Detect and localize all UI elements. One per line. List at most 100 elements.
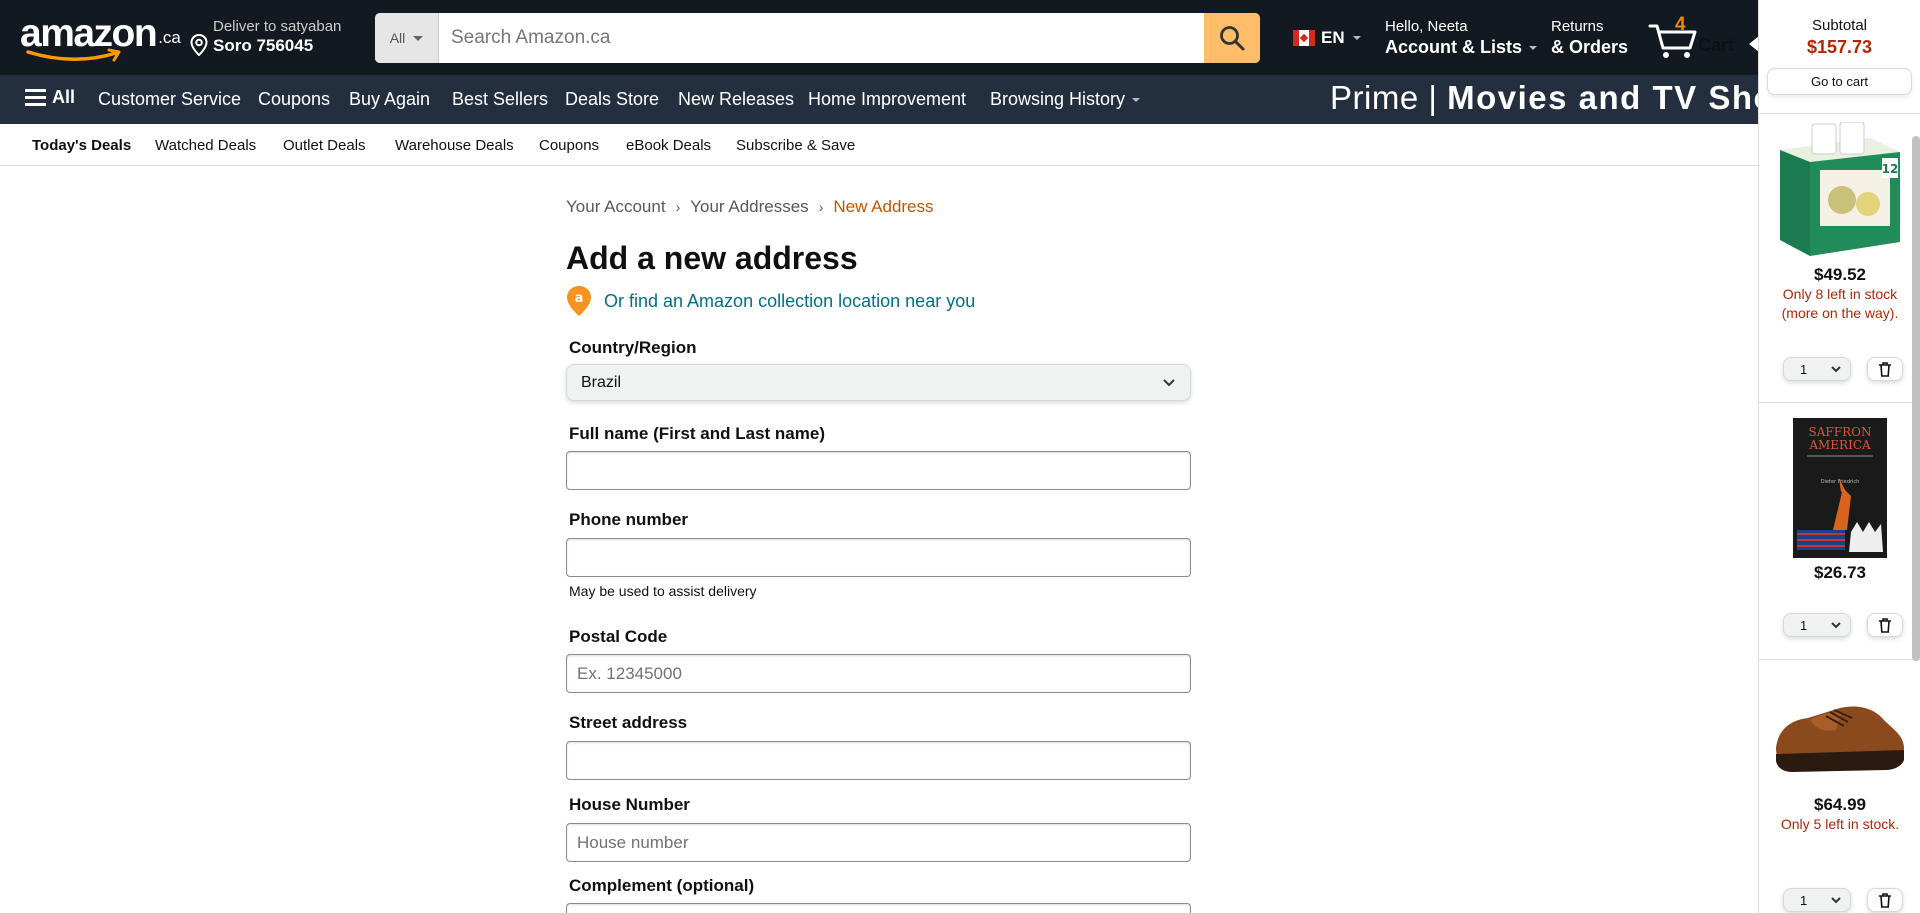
product-price: $64.99 <box>1814 795 1866 814</box>
nav-item-best-sellers[interactable]: Best Sellers <box>452 89 548 110</box>
subtotal-value: $157.73 <box>1806 37 1873 57</box>
cart-label: Cart <box>1698 35 1735 55</box>
search-bar: All <box>375 13 1260 63</box>
country-region-label: Country/Region <box>569 338 697 357</box>
prime-banner-brand: Prime <box>1330 79 1419 116</box>
search-category-dropdown[interactable]: All <box>375 13 439 63</box>
country-region-select[interactable]: Brazil <box>566 364 1191 401</box>
product-image-book[interactable]: SAFFRON AMERICA Dieter Friedrich <box>1793 418 1887 558</box>
product-3-controls: 1 <box>1783 888 1903 912</box>
caret-down-icon <box>1352 36 1361 40</box>
postal-code-input[interactable] <box>566 654 1191 693</box>
subnav-subscribe-save[interactable]: Subscribe & Save <box>736 137 855 154</box>
collection-location-link[interactable]: a Or find an Amazon collection location … <box>566 285 975 317</box>
cart-item-count: 4 <box>1675 14 1686 35</box>
subnav-coupons[interactable]: Coupons <box>539 137 599 154</box>
page-title: Add a new address <box>566 240 858 276</box>
logo-suffix: .ca <box>158 28 181 47</box>
cart-icon <box>1648 24 1697 58</box>
breadcrumb-separator: › <box>675 199 681 215</box>
language-selector[interactable]: EN <box>1293 28 1361 48</box>
quantity-dropdown[interactable]: 1 <box>1783 888 1851 912</box>
subnav-todays-deals[interactable]: Today's Deals <box>32 137 131 154</box>
cart-subtotal: Subtotal $157.73 <box>1759 0 1920 58</box>
logo-smile-icon <box>26 48 121 62</box>
dropdown-caret-icon <box>413 35 424 41</box>
cart-product-2: SAFFRON AMERICA Dieter Friedrich $26.73 <box>1759 418 1920 583</box>
quantity-dropdown[interactable]: 1 <box>1783 613 1851 637</box>
go-to-cart-button[interactable]: Go to cart <box>1767 68 1912 95</box>
complement-label: Complement (optional) <box>569 876 755 895</box>
cart-panel-scrollbar[interactable] <box>1912 136 1920 661</box>
subnav-ebook-deals[interactable]: eBook Deals <box>626 137 711 154</box>
prime-banner-separator: | <box>1428 79 1438 116</box>
product-price: $49.52 <box>1814 265 1866 284</box>
nav-item-customer-service[interactable]: Customer Service <box>98 89 241 110</box>
phone-number-label: Phone number <box>569 510 689 529</box>
quantity-value: 1 <box>1800 361 1808 377</box>
product-image-baby-food[interactable]: 12 <box>1770 121 1910 260</box>
subtotal-label: Subtotal <box>1811 17 1868 34</box>
delete-item-button[interactable] <box>1867 357 1903 381</box>
browsing-history-label: Browsing History <box>990 89 1126 109</box>
account-and-lists[interactable]: Hello, Neeta Account & Lists <box>1385 18 1538 58</box>
cart-button[interactable]: 4 Cart <box>1648 14 1738 64</box>
complement-input[interactable] <box>566 903 1191 913</box>
book-title-line1: SAFFRON <box>1809 425 1872 439</box>
product-2-controls: 1 <box>1783 613 1903 637</box>
language-code: EN <box>1321 28 1345 47</box>
deals-subnav: Today's Deals Watched Deals Outlet Deals… <box>0 124 1758 166</box>
account-greeting: Hello, Neeta <box>1385 18 1468 35</box>
nav-item-browsing-history[interactable]: Browsing History <box>990 89 1141 110</box>
returns-label: Returns <box>1551 18 1604 35</box>
caret-down-icon <box>1132 98 1141 103</box>
search-input[interactable] <box>439 13 1204 63</box>
product-price: $26.73 <box>1814 563 1866 582</box>
all-label: All <box>52 87 76 107</box>
chevron-down-icon <box>1831 622 1841 629</box>
full-name-label: Full name (First and Last name) <box>569 424 825 443</box>
breadcrumb-new-address: New Address <box>833 197 934 216</box>
product-1-controls: 1 <box>1783 357 1903 381</box>
street-address-input[interactable] <box>566 741 1191 780</box>
breadcrumb-your-account[interactable]: Your Account <box>566 197 666 217</box>
breadcrumb-your-addresses[interactable]: Your Addresses <box>690 197 808 217</box>
deliver-to-location[interactable]: Deliver to satyaban Soro 756045 <box>190 18 341 56</box>
house-number-input[interactable] <box>566 823 1191 862</box>
product-image-shoe[interactable] <box>1770 690 1910 790</box>
full-name-input[interactable] <box>566 451 1191 490</box>
search-icon <box>1220 26 1245 51</box>
delete-item-button[interactable] <box>1867 613 1903 637</box>
trash-icon <box>1879 892 1891 908</box>
delete-item-button[interactable] <box>1867 888 1903 912</box>
quantity-dropdown[interactable]: 1 <box>1783 357 1851 381</box>
search-button[interactable] <box>1204 13 1260 63</box>
account-lists-label: Account & Lists <box>1385 37 1523 57</box>
breadcrumb-separator: › <box>818 199 824 215</box>
subnav-outlet-deals[interactable]: Outlet Deals <box>283 137 366 154</box>
nav-item-coupons[interactable]: Coupons <box>258 89 330 110</box>
subnav-warehouse-deals[interactable]: Warehouse Deals <box>395 137 514 154</box>
subnav-watched-deals[interactable]: Watched Deals <box>155 137 256 154</box>
nav-item-new-releases[interactable]: New Releases <box>678 89 794 110</box>
trash-icon <box>1879 617 1891 633</box>
svg-text:12: 12 <box>1882 162 1899 176</box>
prime-video-banner[interactable]: Prime | Movies and TV Shows <box>1330 79 1822 117</box>
returns-and-orders[interactable]: Returns & Orders <box>1551 18 1628 58</box>
nav-item-home-improvement[interactable]: Home Improvement <box>808 89 966 110</box>
amazon-logo[interactable]: amazon .ca <box>20 14 181 62</box>
all-menu-button[interactable]: All <box>25 87 75 108</box>
house-number-label: House Number <box>569 795 690 814</box>
nav-item-deals-store[interactable]: Deals Store <box>565 89 659 110</box>
secondary-navigation: All Customer Service Coupons Buy Again B… <box>0 75 1821 124</box>
caret-down-icon <box>1529 46 1538 51</box>
trash-icon <box>1879 361 1891 377</box>
search-category-value: All <box>389 30 406 46</box>
nav-item-buy-again[interactable]: Buy Again <box>349 89 430 110</box>
canada-flag-icon <box>1293 30 1315 46</box>
phone-number-input[interactable] <box>566 538 1191 577</box>
deliver-to-label: Deliver to satyaban <box>213 18 342 35</box>
product-stock-note: (more on the way). <box>1781 305 1899 321</box>
top-navigation-bar: amazon .ca Deliver to satyaban Soro 7560… <box>0 0 1758 75</box>
postal-code-label: Postal Code <box>569 627 668 646</box>
